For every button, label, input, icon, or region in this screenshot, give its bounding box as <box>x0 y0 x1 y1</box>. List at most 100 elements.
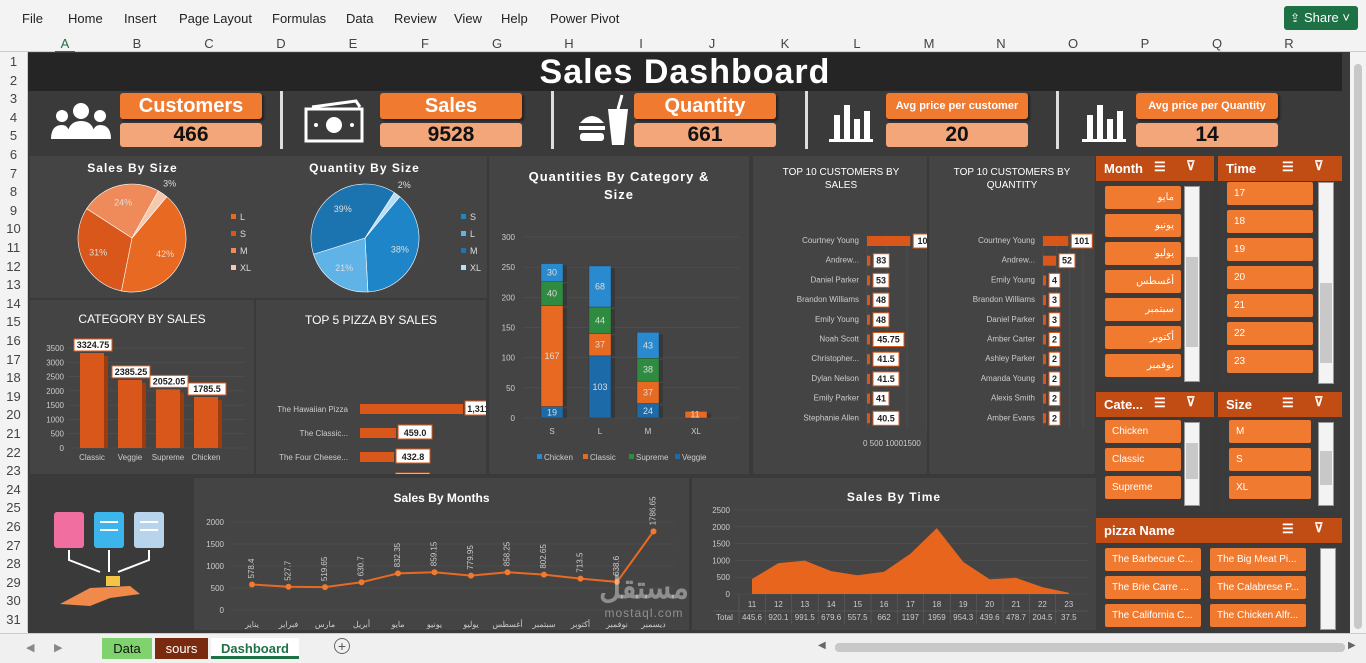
column-header[interactable]: K <box>775 36 795 51</box>
slicer-item[interactable]: S <box>1229 448 1311 471</box>
slicer-item[interactable]: Chicken <box>1105 420 1181 443</box>
row-header[interactable]: 13 <box>0 277 27 292</box>
menu-home[interactable]: Home <box>68 11 103 26</box>
clear-filter-icon[interactable]: ⊽ <box>1186 394 1196 410</box>
slicer-item[interactable]: The Chicken Alfr... <box>1210 604 1306 627</box>
clear-filter-icon[interactable]: ⊽ <box>1186 158 1196 174</box>
row-header[interactable]: 27 <box>0 538 27 553</box>
column-header[interactable]: N <box>991 36 1011 51</box>
sales-by-size-chart[interactable]: Sales By Size 42% 31% 24% 3% L S M XL <box>30 156 252 298</box>
row-header[interactable]: 7 <box>0 166 27 181</box>
multi-select-icon[interactable]: ☰ <box>1282 159 1294 175</box>
column-header[interactable]: Q <box>1207 36 1227 51</box>
row-header[interactable]: 5 <box>0 128 27 143</box>
multi-select-icon[interactable]: ☰ <box>1154 395 1166 411</box>
slicer-scrollbar[interactable] <box>1320 548 1336 630</box>
slicer-item[interactable]: The Barbecue C... <box>1105 548 1201 571</box>
column-header[interactable]: P <box>1135 36 1155 51</box>
clear-filter-icon[interactable]: ⊽ <box>1314 394 1324 410</box>
column-header[interactable]: G <box>487 36 507 51</box>
row-header[interactable]: 22 <box>0 445 27 460</box>
column-header[interactable]: I <box>631 36 651 51</box>
menu-view[interactable]: View <box>454 11 482 26</box>
slicer-item[interactable]: 17 <box>1227 182 1313 205</box>
row-header[interactable]: 4 <box>0 110 27 125</box>
sales-by-time-chart[interactable]: Sales By Time 2500 2000 1500 1000 500 0 Total 1… <box>692 478 1096 630</box>
top5-pizza-chart[interactable]: TOP 5 PIZZA BY SALES The Hawaiian Pizza 1… <box>256 300 486 474</box>
row-header[interactable]: 2 <box>0 73 27 88</box>
vertical-scrollbar[interactable] <box>1350 52 1366 633</box>
column-header[interactable]: J <box>702 36 722 51</box>
column-header[interactable]: F <box>415 36 435 51</box>
row-header[interactable]: 14 <box>0 296 27 311</box>
add-sheet-button[interactable]: + <box>334 638 350 654</box>
row-header[interactable]: 28 <box>0 556 27 571</box>
scroll-right-icon[interactable]: ▶ <box>1348 640 1356 651</box>
row-header[interactable]: 25 <box>0 500 27 515</box>
row-header[interactable]: 26 <box>0 519 27 534</box>
column-header[interactable]: D <box>271 36 291 51</box>
row-header[interactable]: 3 <box>0 91 27 106</box>
slicer-item[interactable]: أكتوبر <box>1105 326 1181 349</box>
slicer-item[interactable]: سبتمبر <box>1105 298 1181 321</box>
slicer-item[interactable]: يوليو <box>1105 242 1181 265</box>
quantity-by-size-chart[interactable]: Quantity By Size 38% 21% 39% 2% S L M XL <box>252 156 487 298</box>
menu-data[interactable]: Data <box>346 11 373 26</box>
slicer-item[interactable]: The Big Meat Pi... <box>1210 548 1306 571</box>
slicer-scrollbar[interactable] <box>1184 186 1200 382</box>
multi-select-icon[interactable]: ☰ <box>1282 395 1294 411</box>
slicer-item[interactable]: M <box>1229 420 1311 443</box>
row-header[interactable]: 8 <box>0 184 27 199</box>
row-header[interactable]: 30 <box>0 593 27 608</box>
row-header[interactable]: 24 <box>0 482 27 497</box>
slicer-item[interactable]: The Calabrese P... <box>1210 576 1306 599</box>
slicer-item[interactable]: XL <box>1229 476 1311 499</box>
slicer-item[interactable]: The Brie Carre ... <box>1105 576 1201 599</box>
row-header[interactable]: 23 <box>0 463 27 478</box>
scroll-thumb[interactable] <box>1354 64 1362 629</box>
row-header[interactable]: 10 <box>0 221 27 236</box>
slicer-scrollbar[interactable] <box>1318 422 1334 506</box>
clear-filter-icon[interactable]: ⊽ <box>1314 520 1324 536</box>
menu-insert[interactable]: Insert <box>124 11 157 26</box>
clear-filter-icon[interactable]: ⊽ <box>1314 158 1324 174</box>
row-header[interactable]: 6 <box>0 147 27 162</box>
horizontal-scrollbar[interactable] <box>835 643 1345 652</box>
row-header[interactable]: 17 <box>0 352 27 367</box>
slicer-item[interactable]: أغسطس <box>1105 270 1181 293</box>
slicer-item[interactable]: مايو <box>1105 186 1181 209</box>
top10-sales-chart[interactable]: TOP 10 CUSTOMERS BY SALES Courtney Young… <box>753 156 927 474</box>
slicer-item[interactable]: 19 <box>1227 238 1313 261</box>
tab-sours[interactable]: sours <box>155 638 208 659</box>
row-header[interactable]: 11 <box>0 240 27 255</box>
multi-select-icon[interactable]: ☰ <box>1282 521 1294 537</box>
quantities-by-category-chart[interactable]: Quantities By Category & Size 300 250 200 1… <box>489 156 749 474</box>
menu-help[interactable]: Help <box>501 11 528 26</box>
share-button[interactable]: ⇪ Share ˅ <box>1284 6 1358 30</box>
column-header[interactable]: B <box>127 36 147 51</box>
tab-dashboard[interactable]: Dashboard <box>211 638 299 659</box>
multi-select-icon[interactable]: ☰ <box>1154 159 1166 175</box>
slicer-item[interactable]: 18 <box>1227 210 1313 233</box>
column-header[interactable]: O <box>1063 36 1083 51</box>
menu-file[interactable]: File <box>22 11 43 26</box>
row-header[interactable]: 21 <box>0 426 27 441</box>
slicer-item[interactable]: يونيو <box>1105 214 1181 237</box>
column-header[interactable]: A <box>55 36 75 53</box>
column-header[interactable]: R <box>1279 36 1299 51</box>
slicer-scrollbar[interactable] <box>1184 422 1200 506</box>
row-header[interactable]: 12 <box>0 259 27 274</box>
row-header[interactable]: 20 <box>0 407 27 422</box>
category-by-sales-chart[interactable]: CATEGORY BY SALES 3500 3000 2500 2000 1500 10… <box>30 300 254 474</box>
row-header[interactable]: 1 <box>0 54 27 69</box>
row-header[interactable]: 15 <box>0 314 27 329</box>
slicer-item[interactable]: 21 <box>1227 294 1313 317</box>
row-header[interactable]: 16 <box>0 333 27 348</box>
prev-sheet-icon[interactable]: ◀ <box>26 641 34 654</box>
row-header[interactable]: 19 <box>0 389 27 404</box>
row-header[interactable]: 18 <box>0 370 27 385</box>
menu-review[interactable]: Review <box>394 11 437 26</box>
row-header[interactable]: 9 <box>0 203 27 218</box>
row-header[interactable]: 31 <box>0 612 27 627</box>
row-header[interactable]: 29 <box>0 575 27 590</box>
